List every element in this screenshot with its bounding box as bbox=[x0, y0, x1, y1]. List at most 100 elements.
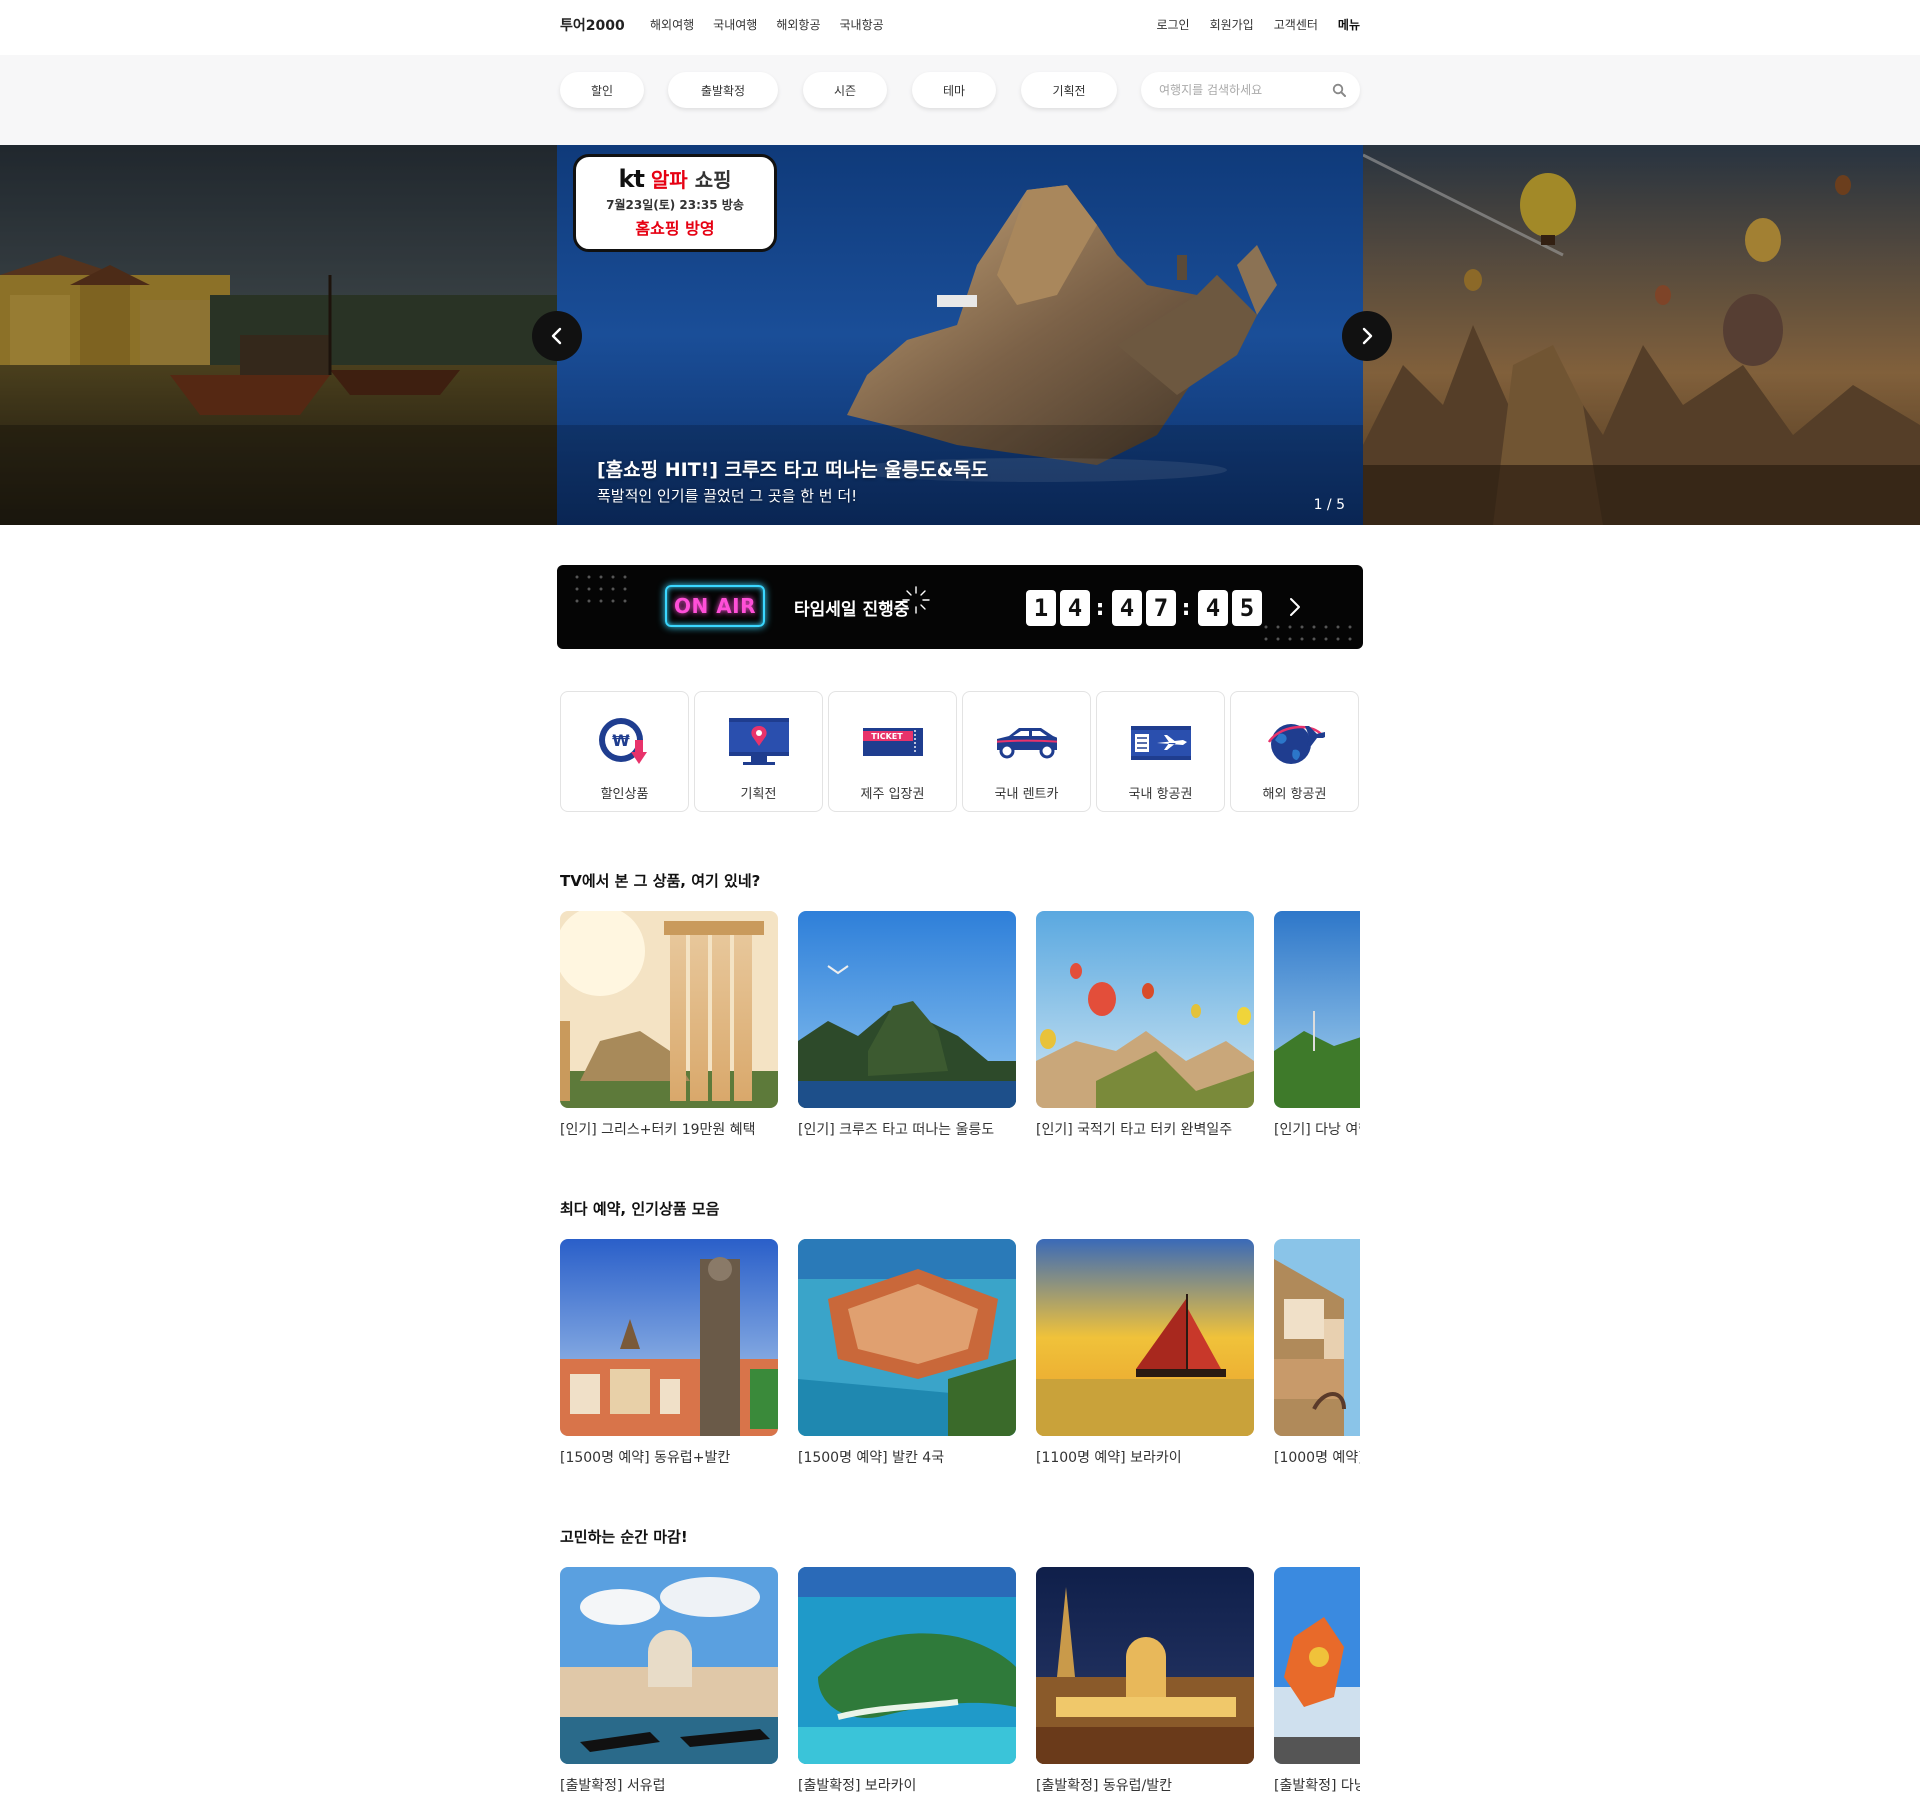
product-caption: [1500명 예약] 동유럽+발칸 bbox=[560, 1450, 731, 1466]
product-image bbox=[560, 911, 778, 1108]
category-overseas-flight[interactable]: 해외 항공권 bbox=[1230, 691, 1359, 812]
chip-confirmed-departure[interactable]: 출발확정 bbox=[668, 72, 778, 108]
ticket-icon: TICKET bbox=[863, 728, 923, 756]
product-image bbox=[1274, 911, 1360, 1108]
kt-alpha-text: 알파 bbox=[650, 168, 688, 192]
product-caption: [인기] 그리스+터키 19만원 혜택 bbox=[560, 1122, 756, 1138]
product-card[interactable]: [출발확정] 보라카이 bbox=[798, 1567, 1016, 1795]
category-domestic-flight[interactable]: 국내 항공권 bbox=[1096, 691, 1225, 812]
product-card[interactable]: [출발확정] 서유럽 bbox=[560, 1567, 778, 1795]
nav-domestic-flight[interactable]: 국내항공 bbox=[840, 16, 884, 33]
category-jeju-ticket[interactable]: TICKET 제주 입장권 bbox=[828, 691, 957, 812]
customer-center-link[interactable]: 고객센터 bbox=[1274, 16, 1318, 33]
main-nav: 해외여행 국내여행 해외항공 국내항공 bbox=[650, 16, 884, 33]
search-icon[interactable] bbox=[1332, 83, 1346, 97]
product-row-tv: [인기] 그리스+터키 19만원 혜택 [인기] 크루즈 타고 떠나는 울릉도 bbox=[560, 911, 1360, 1151]
globe-plane-icon bbox=[1267, 724, 1325, 764]
product-card[interactable]: [1500명 예약] 발칸 4국 bbox=[798, 1239, 1016, 1467]
sparkle-icon bbox=[902, 586, 930, 614]
category-label: 기획전 bbox=[740, 787, 777, 802]
countdown-separator: : bbox=[1095, 595, 1105, 621]
broadcast-label: 홈쇼핑 방영 bbox=[635, 219, 715, 238]
product-card[interactable]: [인기] 크루즈 타고 떠나는 울릉도 bbox=[798, 911, 1016, 1139]
countdown-digit: 1 bbox=[1026, 590, 1056, 626]
product-card[interactable]: [출발확정] 다낭 bbox=[1274, 1567, 1360, 1795]
hero-next-button[interactable] bbox=[1342, 311, 1392, 361]
nav-overseas-flight[interactable]: 해외항공 bbox=[776, 16, 820, 33]
hero-prev-dim-overlay bbox=[0, 145, 557, 525]
product-image bbox=[1036, 1239, 1254, 1436]
product-image bbox=[1274, 1567, 1360, 1764]
chip-promotion[interactable]: 기획전 bbox=[1021, 72, 1117, 108]
product-caption: [1000명 예약] bbox=[1274, 1450, 1360, 1466]
category-discount[interactable]: ₩ 할인상품 bbox=[560, 691, 689, 812]
countdown-timer: 1 4 : 4 7 : 4 5 bbox=[1026, 590, 1266, 626]
chip-season[interactable]: 시즌 bbox=[803, 72, 887, 108]
chevron-right-icon bbox=[1362, 327, 1373, 345]
category-label: 제주 입장권 bbox=[860, 787, 925, 802]
product-image bbox=[798, 1239, 1016, 1436]
hero-prev-button[interactable] bbox=[532, 311, 582, 361]
signup-link[interactable]: 회원가입 bbox=[1210, 16, 1254, 33]
product-card[interactable]: [1000명 예약] bbox=[1274, 1239, 1360, 1467]
hero-next-dim-overlay bbox=[1363, 145, 1920, 525]
monitor-location-icon bbox=[729, 718, 789, 765]
category-label: 해외 항공권 bbox=[1262, 787, 1327, 802]
nav-domestic-travel[interactable]: 국내여행 bbox=[713, 16, 757, 33]
section-title-popular: 최다 예약, 인기상품 모음 bbox=[560, 1200, 720, 1218]
category-label: 할인상품 bbox=[600, 787, 649, 802]
product-image bbox=[1036, 911, 1254, 1108]
login-link[interactable]: 로그인 bbox=[1156, 16, 1189, 33]
search-input[interactable] bbox=[1159, 81, 1319, 99]
chevron-right-icon[interactable] bbox=[1287, 596, 1303, 618]
countdown-digit: 5 bbox=[1232, 590, 1262, 626]
countdown-separator: : bbox=[1181, 595, 1191, 621]
countdown-digit: 7 bbox=[1146, 590, 1176, 626]
countdown-digit: 4 bbox=[1112, 590, 1142, 626]
product-caption: [인기] 다낭 여행 bbox=[1274, 1122, 1360, 1138]
section-title-tv: TV에서 본 그 상품, 여기 있네? bbox=[560, 872, 761, 890]
product-row-popular: [1500명 예약] 동유럽+발칸 [1500명 예약] 발칸 4국 [1100… bbox=[560, 1239, 1360, 1479]
broadcast-date: 7월23일(토) 23:35 방송 bbox=[606, 198, 744, 212]
category-promotion[interactable]: 기획전 bbox=[694, 691, 823, 812]
category-rent-car[interactable]: 국내 렌트카 bbox=[962, 691, 1091, 812]
product-caption: [출발확정] 보라카이 bbox=[798, 1778, 917, 1794]
product-caption: [인기] 국적기 타고 터키 완벽일주 bbox=[1036, 1122, 1233, 1138]
section-title-closing: 고민하는 순간 마감! bbox=[560, 1528, 688, 1546]
product-card[interactable]: [출발확정] 동유럽/발칸 bbox=[1036, 1567, 1254, 1795]
boarding-pass-icon bbox=[1131, 726, 1191, 760]
product-caption: [인기] 크루즈 타고 떠나는 울릉도 bbox=[798, 1122, 995, 1138]
product-caption: [출발확정] 서유럽 bbox=[560, 1778, 666, 1794]
category-label: 국내 렌트카 bbox=[994, 787, 1059, 802]
filter-band: 할인 출발확정 시즌 테마 기획전 bbox=[0, 55, 1920, 145]
category-label: 국내 항공권 bbox=[1128, 787, 1193, 802]
car-icon bbox=[997, 728, 1057, 759]
product-image bbox=[798, 911, 1016, 1108]
product-card[interactable]: [1100명 예약] 보라카이 bbox=[1036, 1239, 1254, 1467]
search-box bbox=[1141, 72, 1360, 108]
menu-link[interactable]: 메뉴 bbox=[1338, 16, 1360, 33]
product-image bbox=[798, 1567, 1016, 1764]
chevron-left-icon bbox=[551, 327, 562, 345]
product-image bbox=[1036, 1567, 1254, 1764]
hero-main-slide[interactable]: kt 알파 쇼핑 7월23일(토) 23:35 방송 홈쇼핑 방영 [홈쇼핑 H… bbox=[557, 145, 1363, 525]
product-caption: [출발확정] 다낭 bbox=[1274, 1778, 1360, 1794]
kt-shop-text: 쇼핑 bbox=[694, 168, 732, 192]
countdown-digit: 4 bbox=[1198, 590, 1228, 626]
chip-theme[interactable]: 테마 bbox=[912, 72, 996, 108]
site-logo[interactable]: 투어2000 bbox=[560, 15, 625, 35]
product-card[interactable]: [1500명 예약] 동유럽+발칸 bbox=[560, 1239, 778, 1467]
product-card[interactable]: [인기] 그리스+터키 19만원 혜택 bbox=[560, 911, 778, 1139]
time-sale-banner[interactable]: ON AIR 타임세일 진행중 1 4 : 4 7 : 4 5 bbox=[557, 565, 1363, 649]
user-nav: 로그인 회원가입 고객센터 메뉴 bbox=[1156, 16, 1360, 33]
product-image bbox=[560, 1567, 778, 1764]
nav-overseas-travel[interactable]: 해외여행 bbox=[650, 16, 694, 33]
on-air-text: ON AIR bbox=[673, 594, 757, 618]
product-caption: [1100명 예약] 보라카이 bbox=[1036, 1450, 1182, 1466]
svg-text:TICKET: TICKET bbox=[871, 732, 903, 741]
product-caption: [1500명 예약] 발칸 4국 bbox=[798, 1450, 945, 1466]
top-bar: 투어2000 해외여행 국내여행 해외항공 국내항공 로그인 회원가입 고객센터… bbox=[0, 0, 1920, 55]
chip-discount[interactable]: 할인 bbox=[560, 72, 644, 108]
product-card[interactable]: [인기] 다낭 여행 bbox=[1274, 911, 1360, 1139]
product-card[interactable]: [인기] 국적기 타고 터키 완벽일주 bbox=[1036, 911, 1254, 1139]
